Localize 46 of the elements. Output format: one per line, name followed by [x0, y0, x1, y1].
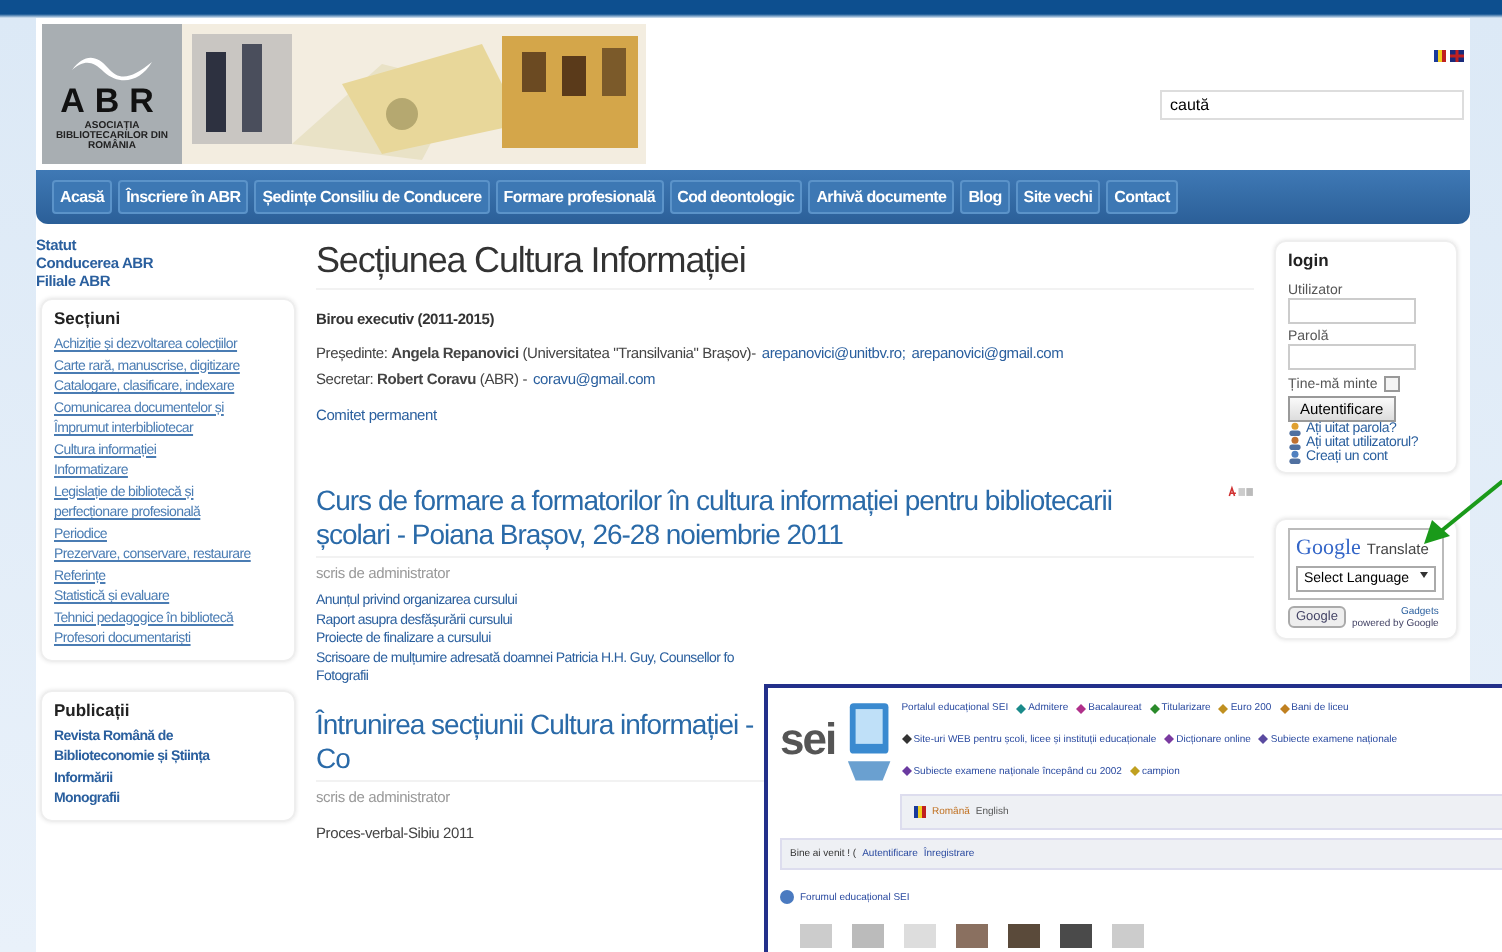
article-title[interactable]: Întrunirea secțiunii Cultura informației - Co: [316, 707, 766, 775]
thumbnail-icon[interactable]: [852, 924, 884, 948]
thumbnail-icon[interactable]: [904, 924, 936, 948]
thumbnail-icon[interactable]: [1112, 924, 1144, 948]
diamond-icon: [1258, 734, 1269, 745]
nav-button[interactable]: Acasă: [52, 180, 113, 214]
caret-icon: [1420, 572, 1428, 578]
search-field[interactable]: caută: [1160, 90, 1464, 120]
logo-text: ABR: [60, 82, 164, 121]
article-title[interactable]: Curs de formare a formatorilor în cultura informației pentru bibliotecarii școlari - Poiana Brașov, 26-28 noiembrie 2011: [316, 484, 1188, 552]
remember-checkbox[interactable]: [1383, 376, 1400, 392]
password-field[interactable]: [1288, 344, 1416, 370]
diamond-icon: [901, 734, 912, 745]
nav-button[interactable]: Arhivă documente: [808, 180, 955, 214]
diamond-icon: [1129, 766, 1140, 777]
page-title: Secțiunea Cultura Informației: [316, 240, 1254, 290]
flag-icons[interactable]: [1434, 50, 1464, 62]
nav-button[interactable]: Înscriere în ABR: [118, 180, 249, 214]
thumbnail-icon[interactable]: [800, 924, 832, 948]
nav-button[interactable]: Cod deontologic: [669, 180, 803, 214]
diamond-icon: [901, 766, 912, 777]
thumbnail-icon[interactable]: [1060, 924, 1092, 948]
thumbnail-icon[interactable]: [1008, 924, 1040, 948]
flag-icon: [914, 806, 926, 818]
panel-title: login: [1288, 250, 1331, 270]
diamond-icon: [1164, 734, 1175, 745]
panel-title: Secțiuni: [54, 308, 123, 328]
pointer-arrow: [1424, 480, 1502, 544]
panel-title: Publicații: [54, 699, 132, 719]
username-field[interactable]: [1288, 298, 1416, 324]
diamond-icon: [1016, 703, 1027, 714]
google-logo: Google: [1296, 536, 1361, 560]
nav-button[interactable]: Site vechi: [1015, 180, 1101, 214]
diamond-icon: [1218, 703, 1229, 714]
pdf-print-email-icons[interactable]: [1227, 484, 1254, 500]
nav-button[interactable]: Blog: [960, 180, 1010, 214]
diamond-icon: [1076, 703, 1087, 714]
wave-icon: [68, 54, 156, 82]
nav-button[interactable]: Contact: [1106, 180, 1178, 214]
diamond-icon: [1149, 703, 1160, 714]
sei-logo: sei: [780, 714, 836, 768]
diamond-icon: [1279, 703, 1290, 714]
thumbnail-icon[interactable]: [956, 924, 988, 948]
nav-button[interactable]: Ședințe Consiliu de Conducere: [254, 180, 490, 214]
nav-button[interactable]: Formare profesională: [495, 180, 664, 214]
forum-icon: [780, 890, 794, 904]
